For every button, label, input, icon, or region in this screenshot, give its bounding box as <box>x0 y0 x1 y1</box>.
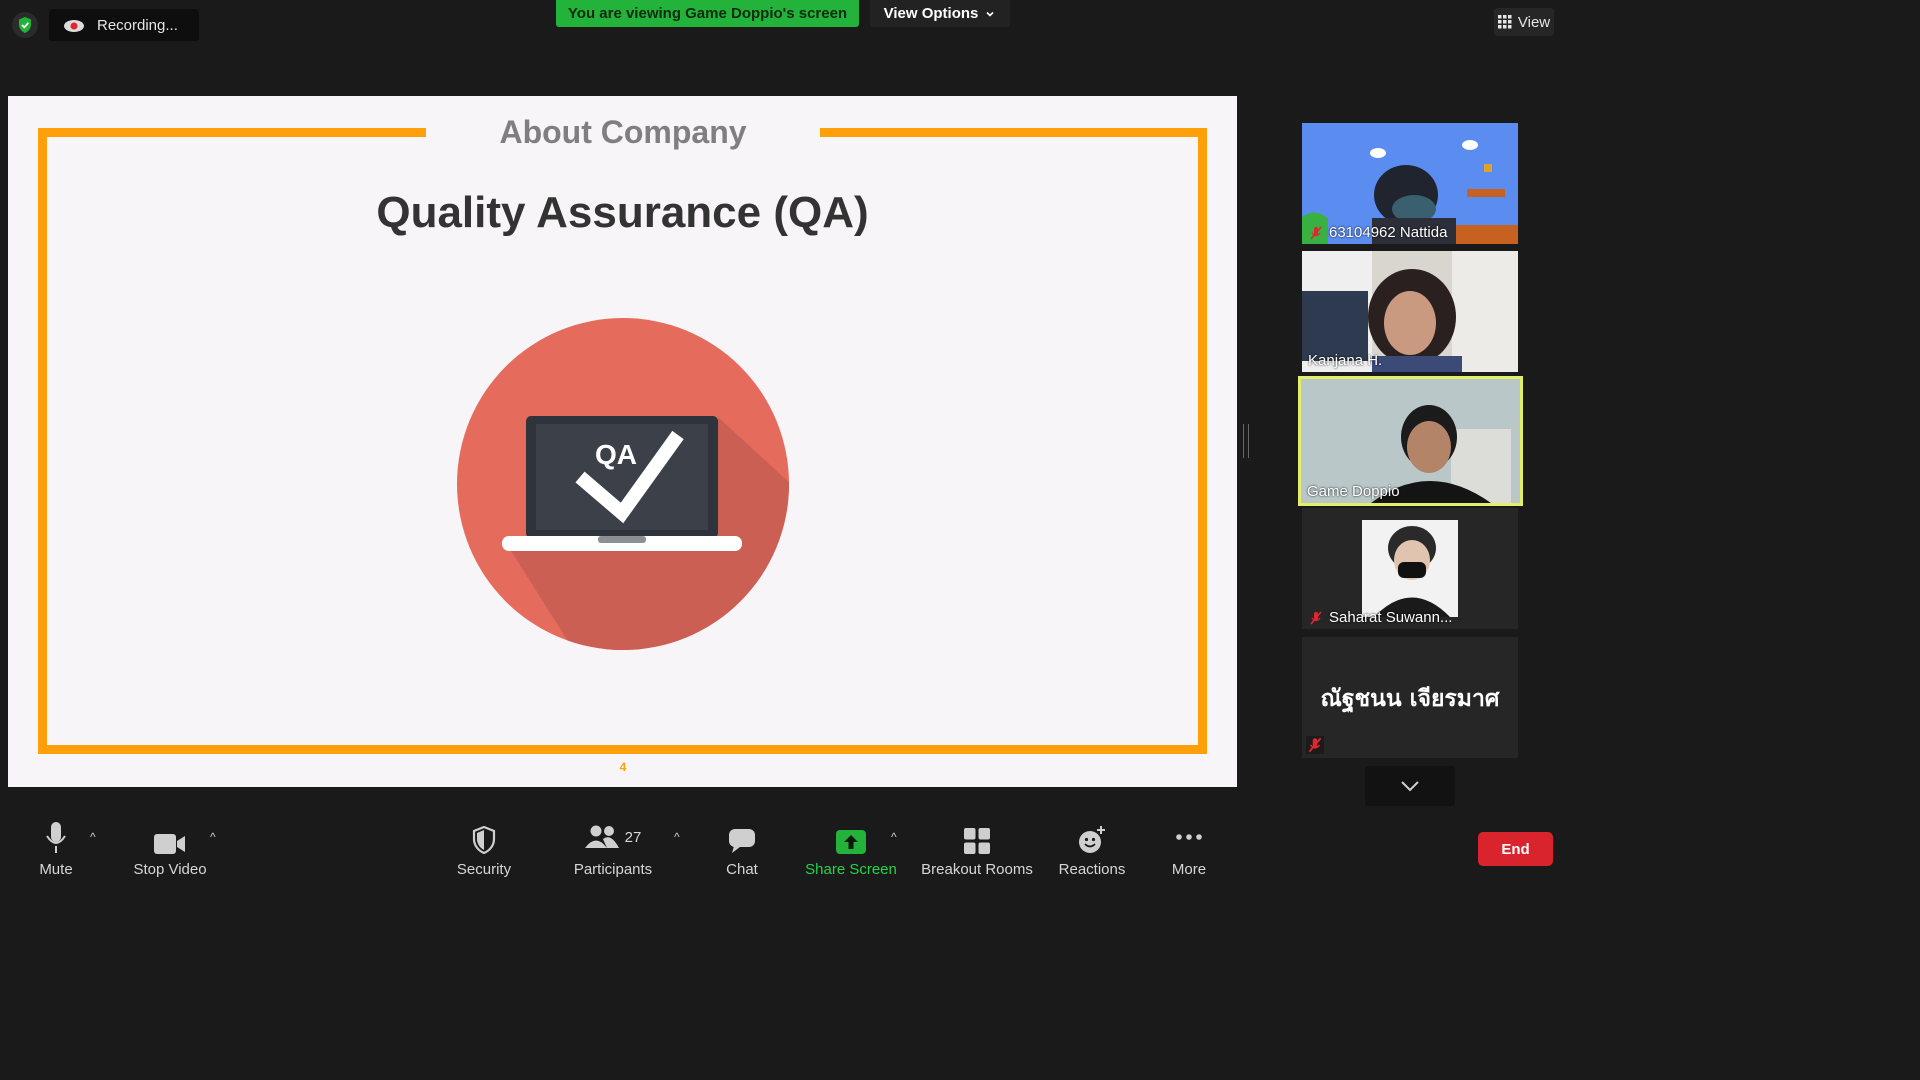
participant-name: Kanjana H. <box>1308 352 1382 369</box>
viewing-banner: You are viewing Game Doppio's screen <box>556 0 859 27</box>
participant-display-name: ณัฐชนน เจียรมาศ <box>1320 685 1500 712</box>
participant-name: Saharat Suwann... <box>1308 609 1452 626</box>
chat-bubble-icon <box>729 829 755 853</box>
participant-name-label: 63104962 Nattida <box>1329 224 1448 241</box>
participant-name: Game Doppio <box>1307 483 1400 500</box>
participant-name-label: Saharat Suwann... <box>1329 609 1453 626</box>
mute-label: Mute <box>39 861 73 878</box>
frame-border <box>38 745 1207 754</box>
participant-name: 63104962 Nattida <box>1308 224 1447 241</box>
view-layout-button[interactable]: View <box>1494 8 1554 36</box>
share-screen-icon <box>836 830 866 854</box>
frame-border <box>38 128 426 137</box>
audio-options-caret[interactable]: ^ <box>90 830 96 844</box>
stop-video-label: Stop Video <box>133 861 207 878</box>
slide-page-number: 4 <box>619 760 627 774</box>
participants-button[interactable]: 27 Participants <box>572 820 654 878</box>
participant-name-label: Kanjana H. <box>1308 352 1383 369</box>
recording-label: Recording... <box>97 16 178 34</box>
frame-border <box>820 128 1207 137</box>
reactions-smiley-icon <box>1079 826 1105 853</box>
breakout-rooms-icon <box>964 828 990 854</box>
participants-options-caret[interactable]: ^ <box>674 830 680 844</box>
participant-tile[interactable]: ณัฐชนน เจียรมาศ <box>1302 637 1518 758</box>
scroll-participants-down-button[interactable] <box>1365 766 1455 806</box>
participant-name-label: Game Doppio <box>1307 483 1400 500</box>
stop-video-button[interactable]: Stop Video <box>130 820 210 878</box>
reactions-button[interactable]: Reactions <box>1058 820 1126 878</box>
share-screen-label: Share Screen <box>805 861 897 878</box>
meeting-toolbar: Mute ^ Stop Video ^ Security 27 Particip… <box>0 806 1568 882</box>
qa-laptop-illustration: QA <box>457 318 789 650</box>
microphone-icon <box>46 822 66 853</box>
slide-heading: About Company <box>499 114 747 150</box>
view-options-button[interactable]: View Options <box>870 0 1010 27</box>
share-screen-button[interactable]: Share Screen <box>805 820 897 878</box>
recording-indicator[interactable]: Recording... <box>49 9 199 41</box>
cloud-recording-icon <box>64 20 84 32</box>
participants-count-badge: 27 <box>624 828 642 846</box>
participant-tile[interactable]: 63104962 Nattida <box>1302 123 1518 244</box>
video-camera-icon <box>154 834 185 854</box>
breakout-rooms-button[interactable]: Breakout Rooms <box>920 820 1034 878</box>
participants-icon <box>584 825 619 848</box>
video-options-caret[interactable]: ^ <box>210 830 216 844</box>
breakout-rooms-label: Breakout Rooms <box>921 861 1033 878</box>
view-options-label: View Options <box>883 5 979 22</box>
participants-label: Participants <box>573 861 653 878</box>
slide-title: Quality Assurance (QA) <box>376 188 869 237</box>
grid-icon <box>1497 15 1512 29</box>
view-label: View <box>1517 13 1551 31</box>
mic-muted-icon <box>1310 225 1322 240</box>
mic-muted-icon <box>1306 736 1324 754</box>
laptop-qa-label: QA <box>595 439 637 470</box>
panel-resize-handle[interactable] <box>1243 424 1249 458</box>
shield-icon <box>472 826 496 854</box>
chevron-down-icon <box>986 11 994 17</box>
chat-label: Chat <box>726 861 758 878</box>
more-dots-icon <box>1176 834 1202 840</box>
shared-screen: About Company Quality Assurance (QA) QA … <box>8 96 1237 787</box>
security-shield-icon[interactable] <box>12 12 38 38</box>
chevron-down-icon <box>1401 781 1419 792</box>
more-button[interactable]: More <box>1168 820 1210 878</box>
mute-button[interactable]: Mute <box>36 820 76 878</box>
more-label: More <box>1171 861 1207 878</box>
share-options-caret[interactable]: ^ <box>891 830 897 844</box>
participant-tile[interactable]: Kanjana H. <box>1302 251 1518 372</box>
chat-button[interactable]: Chat <box>722 820 762 878</box>
participant-tile-active-speaker[interactable]: Game Doppio <box>1298 376 1523 506</box>
participant-tile[interactable]: Saharat Suwann... <box>1302 508 1518 629</box>
reactions-label: Reactions <box>1058 861 1126 878</box>
security-button[interactable]: Security <box>454 820 514 878</box>
mic-muted-icon <box>1310 610 1322 625</box>
end-meeting-button[interactable]: End <box>1478 832 1553 866</box>
security-label: Security <box>456 861 512 878</box>
